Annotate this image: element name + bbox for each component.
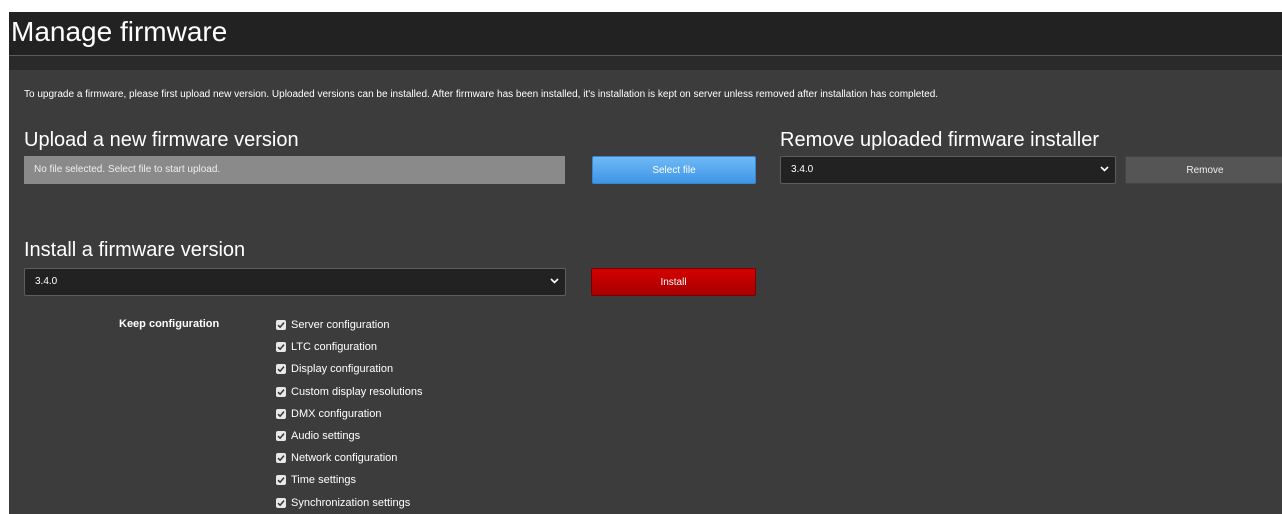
install-version-select[interactable]: 3.4.0 xyxy=(24,268,566,296)
file-status-field: No file selected. Select file to start u… xyxy=(24,156,565,184)
install-button[interactable]: Install xyxy=(591,268,756,296)
option-custom-display-resolutions[interactable]: Custom display resolutions xyxy=(276,381,422,403)
option-label: Server configuration xyxy=(291,319,390,332)
checkbox-icon[interactable] xyxy=(276,342,286,353)
option-label: DMX configuration xyxy=(291,407,382,420)
checkbox-icon[interactable] xyxy=(276,431,286,442)
chevron-down-icon xyxy=(1100,157,1109,183)
checkbox-icon[interactable] xyxy=(276,386,286,397)
option-display-configuration[interactable]: Display configuration xyxy=(276,358,422,380)
remove-version-select[interactable]: 3.4.0 xyxy=(780,156,1116,184)
toolbar-strip xyxy=(9,56,1282,70)
checkbox-icon[interactable] xyxy=(276,475,286,486)
option-label: LTC configuration xyxy=(291,341,378,354)
option-label: Time settings xyxy=(291,474,357,487)
option-server-configuration[interactable]: Server configuration xyxy=(276,314,422,336)
page-title: Manage firmware xyxy=(11,16,228,47)
checkbox-icon[interactable] xyxy=(276,408,286,419)
option-synchronization-settings[interactable]: Synchronization settings xyxy=(276,492,422,514)
upload-heading: Upload a new firmware version xyxy=(24,129,299,151)
keep-configuration-label: Keep configuration xyxy=(119,318,220,330)
checkbox-icon[interactable] xyxy=(276,320,286,331)
option-label: Display configuration xyxy=(291,363,394,376)
remove-button[interactable]: Remove xyxy=(1125,156,1282,184)
option-label: Custom display resolutions xyxy=(291,385,423,398)
checkbox-icon[interactable] xyxy=(276,453,286,464)
option-label: Audio settings xyxy=(291,430,361,443)
option-dmx-configuration[interactable]: DMX configuration xyxy=(276,403,422,425)
install-heading: Install a firmware version xyxy=(24,239,246,261)
select-file-button[interactable]: Select file xyxy=(592,156,756,184)
firmware-panel: Manage firmware To upgrade a firmware, p… xyxy=(9,12,1282,514)
checkbox-icon[interactable] xyxy=(276,364,286,375)
option-audio-settings[interactable]: Audio settings xyxy=(276,425,422,447)
install-version-value: 3.4.0 xyxy=(35,276,58,287)
option-network-configuration[interactable]: Network configuration xyxy=(276,447,422,469)
option-ltc-configuration[interactable]: LTC configuration xyxy=(276,336,422,358)
intro-text: To upgrade a firmware, please first uplo… xyxy=(24,89,939,100)
option-label: Network configuration xyxy=(291,452,398,465)
keep-configuration-list: Server configuration LTC configuration D… xyxy=(276,314,422,514)
option-label: Synchronization settings xyxy=(291,496,411,509)
remove-version-value: 3.4.0 xyxy=(791,164,814,175)
checkbox-icon[interactable] xyxy=(276,497,286,508)
option-time-settings[interactable]: Time settings xyxy=(276,469,422,491)
title-bar: Manage firmware xyxy=(9,12,1282,56)
remove-heading: Remove uploaded firmware installer xyxy=(780,129,1100,151)
chevron-down-icon xyxy=(550,269,559,295)
